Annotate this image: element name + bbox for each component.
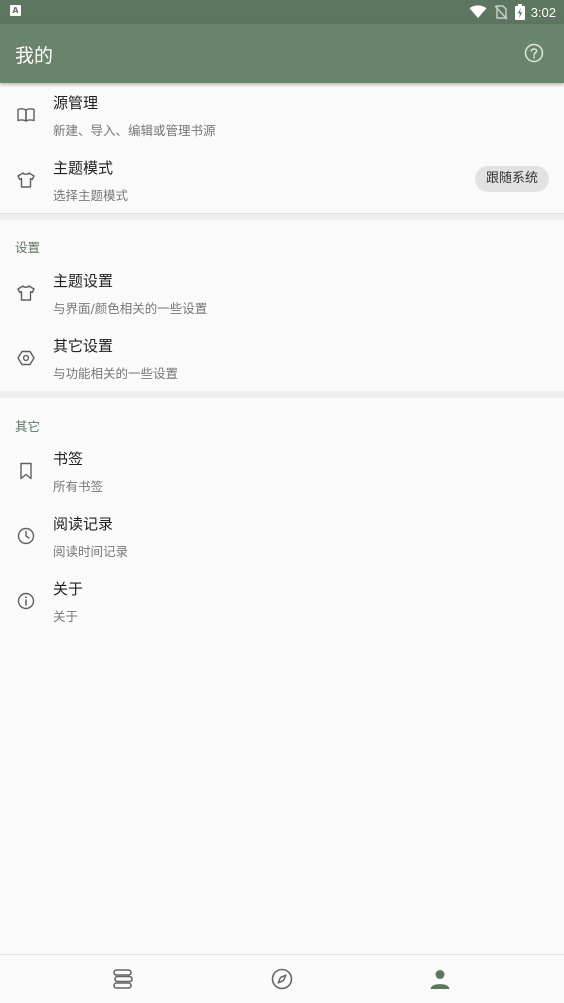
notification-icon: A	[10, 5, 21, 16]
list-item-other-settings[interactable]: 其它设置 与功能相关的一些设置	[0, 327, 564, 392]
item-title: 其它设置	[53, 337, 114, 355]
section-gap	[0, 214, 564, 220]
page-title: 我的	[15, 45, 54, 67]
item-subtitle: 与功能相关的一些设置	[53, 366, 179, 381]
list-item-theme-mode[interactable]: 主题模式 选择主题模式 跟随系统	[0, 149, 564, 214]
nav-my[interactable]	[346, 955, 534, 1003]
bookmark-icon	[20, 462, 32, 480]
item-subtitle: 阅读时间记录	[53, 544, 129, 559]
info-icon	[17, 592, 35, 610]
list-item-bookmarks[interactable]: 书签 所有书签	[0, 440, 564, 505]
list-item-theme-settings[interactable]: 主题设置 与界面/颜色相关的一些设置	[0, 262, 564, 327]
bottom-navigation	[0, 954, 564, 1003]
person-icon	[430, 970, 450, 989]
bookshelf-icon	[113, 969, 133, 989]
item-subtitle: 关于	[53, 609, 79, 624]
list-item-about[interactable]: 关于 关于	[0, 570, 564, 635]
item-title: 源管理	[53, 94, 99, 112]
battery-charging-icon	[514, 4, 525, 20]
help-circle-icon[interactable]	[524, 43, 544, 63]
section-header-settings: 设置	[15, 240, 41, 255]
hex-nut-icon	[17, 350, 35, 366]
book-open-icon	[17, 108, 35, 122]
item-title: 主题设置	[53, 272, 114, 290]
compass-icon	[271, 968, 293, 990]
item-subtitle: 与界面/颜色相关的一些设置	[53, 301, 208, 316]
item-subtitle: 选择主题模式	[53, 188, 129, 203]
item-title: 书签	[53, 450, 84, 468]
status-icons: 3:02	[469, 0, 556, 24]
list-item-source-management[interactable]: 源管理 新建、导入、编辑或管理书源	[0, 84, 564, 149]
item-title: 关于	[53, 580, 84, 598]
clock-icon	[17, 527, 35, 545]
item-title: 阅读记录	[53, 515, 114, 533]
wifi-icon	[469, 5, 487, 18]
clock: 3:02	[530, 4, 556, 20]
item-title: 主题模式	[53, 159, 114, 177]
item-subtitle: 新建、导入、编辑或管理书源	[53, 123, 216, 138]
tshirt-icon	[17, 285, 35, 301]
section-header-other: 其它	[15, 419, 41, 434]
no-sim-icon	[494, 5, 508, 20]
status-bar: A 3:02	[0, 0, 564, 24]
app-bar: 我的	[0, 24, 564, 83]
tshirt-icon	[17, 172, 35, 188]
section-gap	[0, 391, 564, 398]
list-item-reading-history[interactable]: 阅读记录 阅读时间记录	[0, 505, 564, 570]
item-subtitle: 所有书签	[53, 479, 104, 494]
theme-mode-value-chip[interactable]: 跟随系统	[474, 166, 549, 192]
